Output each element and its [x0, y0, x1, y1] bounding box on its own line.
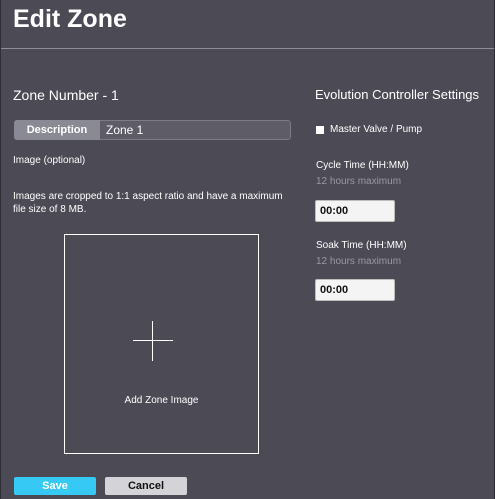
description-label: Description — [14, 120, 100, 140]
image-help-text: Images are cropped to 1:1 aspect ratio a… — [13, 191, 283, 215]
zone-number-heading: Zone Number - 1 — [13, 87, 119, 103]
add-zone-image-label: Add Zone Image — [124, 395, 199, 406]
description-field-group: Description — [14, 120, 291, 140]
image-optional-label: Image (optional) — [13, 155, 86, 166]
plus-icon — [133, 321, 173, 361]
edit-zone-panel: Edit Zone Zone Number - 1 Description Im… — [0, 0, 495, 499]
plus-icon-vertical — [152, 321, 153, 361]
add-zone-image-button[interactable]: Add Zone Image — [64, 234, 259, 454]
master-valve-toggle[interactable]: Master Valve / Pump — [316, 124, 422, 135]
soak-time-hint: 12 hours maximum — [316, 256, 402, 267]
page-title: Edit Zone — [13, 5, 127, 33]
title-divider — [1, 48, 494, 49]
cycle-time-label: Cycle Time (HH:MM) — [316, 160, 409, 171]
master-valve-checkbox[interactable] — [316, 125, 324, 134]
master-valve-label: Master Valve / Pump — [330, 124, 423, 135]
controller-settings-heading: Evolution Controller Settings — [315, 87, 480, 102]
soak-time-label: Soak Time (HH:MM) — [316, 240, 407, 251]
save-button[interactable]: Save — [14, 477, 96, 495]
cancel-button[interactable]: Cancel — [105, 477, 187, 495]
plus-icon-horizontal — [133, 340, 173, 341]
description-input[interactable] — [100, 120, 291, 140]
cycle-time-input[interactable] — [315, 200, 395, 222]
soak-time-input[interactable] — [315, 279, 395, 301]
cycle-time-hint: 12 hours maximum — [316, 176, 402, 187]
